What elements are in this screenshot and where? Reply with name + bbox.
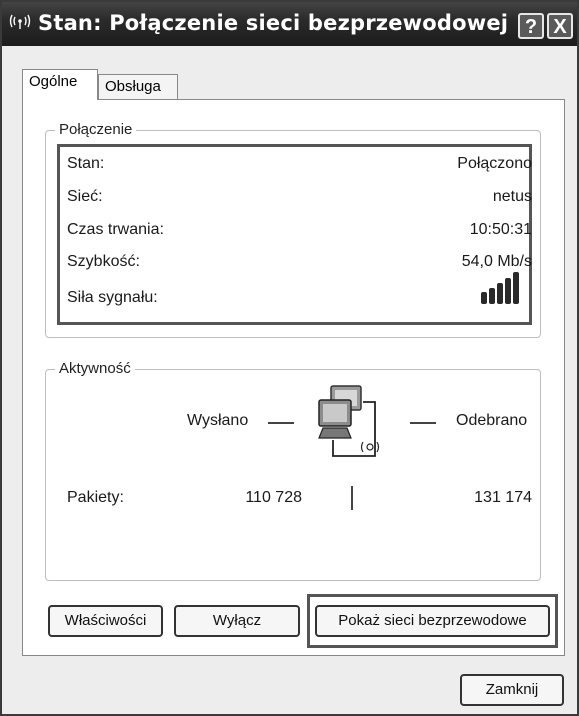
packets-received-value: 131 174 (474, 489, 532, 506)
show-wireless-networks-button[interactable]: Pokaż sieci bezprzewodowe (315, 605, 550, 637)
packets-divider (351, 486, 353, 510)
help-button[interactable]: ? (518, 13, 544, 39)
network-computers-icon (313, 382, 397, 473)
properties-button[interactable]: Właściwości (48, 605, 163, 637)
tab-support[interactable]: Obsługa (98, 74, 178, 100)
packets-sent-value: 110 728 (245, 489, 302, 506)
disable-button[interactable]: Wyłącz (174, 605, 300, 637)
sent-line (268, 422, 294, 424)
status-label: Stan: (67, 155, 105, 172)
status-value: Połączono (457, 155, 532, 172)
window-title: Stan: Połączenie sieci bezprzewodowej (38, 11, 509, 35)
close-button[interactable]: Zamknij (460, 674, 564, 706)
network-label: Sieć: (67, 188, 103, 205)
packets-label: Pakiety: (67, 489, 124, 506)
signal-strength-label: Siła sygnału: (67, 289, 158, 306)
activity-group (45, 369, 541, 581)
speed-value: 54,0 Mb/s (461, 253, 532, 270)
tab-general[interactable]: Ogólne (22, 69, 98, 100)
wireless-icon (8, 12, 32, 33)
activity-group-label: Aktywność (55, 360, 135, 377)
duration-label: Czas trwania: (67, 221, 164, 238)
status-dialog: Stan: Połączenie sieci bezprzewodowej ? … (0, 0, 579, 716)
network-value: netus (492, 188, 532, 205)
sent-label: Wysłano (187, 412, 249, 429)
connection-group-label: Połączenie (55, 121, 137, 138)
tab-panel-general: Połączenie Stan: Połączono Sieć: netus C… (22, 99, 565, 656)
title-bar[interactable]: Stan: Połączenie sieci bezprzewodowej ? … (2, 2, 577, 46)
received-label: Odebrano (456, 412, 528, 429)
received-line (410, 422, 436, 424)
signal-strength-icon (480, 270, 524, 311)
duration-value: 10:50:31 (469, 221, 532, 238)
close-window-button[interactable]: X (547, 13, 573, 39)
speed-label: Szybkość: (67, 253, 140, 270)
